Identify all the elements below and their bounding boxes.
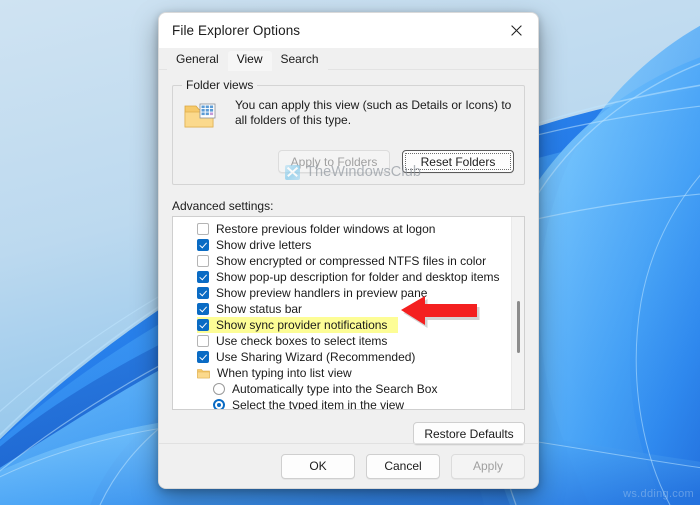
advanced-setting-row[interactable]: Show preview handlers in preview pane (173, 285, 524, 301)
advanced-setting-label: Automatically type into the Search Box (232, 382, 438, 396)
advanced-setting-label: Show encrypted or compressed NTFS files … (216, 254, 487, 268)
window-title: File Explorer Options (172, 23, 301, 38)
close-glyph (510, 25, 522, 36)
advanced-setting-row[interactable]: When typing into list view (173, 365, 524, 381)
advanced-setting-label: Show status bar (216, 302, 303, 316)
advanced-setting-label: Use Sharing Wizard (Recommended) (216, 350, 416, 364)
checkbox-checked-icon[interactable] (197, 287, 209, 299)
advanced-setting-row[interactable]: Show status bar (173, 301, 524, 317)
advanced-setting-row[interactable]: Show drive letters (173, 237, 524, 253)
advanced-setting-label: Select the typed item in the view (232, 398, 405, 410)
advanced-settings-label: Advanced settings: (172, 199, 274, 213)
cancel-button[interactable]: Cancel (366, 453, 440, 479)
checkbox-checked-icon[interactable] (197, 319, 209, 331)
folder-views-description: You can apply this view (such as Details… (235, 98, 512, 127)
tab-search[interactable]: Search (271, 50, 328, 70)
checkbox-checked-icon[interactable] (197, 239, 209, 251)
advanced-setting-row[interactable]: Restore previous folder windows at logon (173, 221, 524, 237)
advanced-setting-row[interactable]: Automatically type into the Search Box (173, 381, 524, 397)
advanced-setting-label: Show preview handlers in preview pane (216, 286, 428, 300)
advanced-setting-row[interactable]: Use check boxes to select items (173, 333, 524, 349)
checkbox-unchecked-icon[interactable] (197, 255, 209, 267)
radio-selected-icon[interactable] (213, 399, 225, 409)
advanced-setting-label: Show pop-up description for folder and d… (216, 270, 500, 284)
advanced-settings-list[interactable]: Restore previous folder windows at logon… (172, 216, 525, 410)
apply-button[interactable]: Apply (451, 453, 525, 479)
advanced-setting-label: Restore previous folder windows at logon (216, 222, 436, 236)
ok-button[interactable]: OK (281, 453, 355, 479)
checkbox-checked-icon[interactable] (197, 303, 209, 315)
checkbox-unchecked-icon[interactable] (197, 223, 209, 235)
restore-defaults-button[interactable]: Restore Defaults (413, 422, 525, 445)
advanced-setting-row[interactable]: Show pop-up description for folder and d… (173, 269, 524, 285)
advanced-setting-label: When typing into list view (217, 366, 352, 380)
file-explorer-options-dialog: File Explorer Options General View Searc… (158, 12, 539, 489)
close-icon[interactable] (494, 13, 538, 48)
advanced-setting-row[interactable]: Select the typed item in the view (173, 397, 524, 410)
checkbox-checked-icon[interactable] (197, 351, 209, 363)
tab-view[interactable]: View (227, 51, 272, 71)
folder-view-icon (183, 98, 225, 138)
reset-folders-button[interactable]: Reset Folders (402, 150, 514, 173)
advanced-setting-row[interactable]: Use Sharing Wizard (Recommended) (173, 349, 524, 365)
folder-views-group: Folder views You can apply this view (su… (172, 78, 525, 185)
advanced-setting-row[interactable]: Show encrypted or compressed NTFS files … (173, 253, 524, 269)
advanced-setting-label: Show sync provider notifications (215, 318, 389, 332)
advanced-setting-label: Use check boxes to select items (216, 334, 388, 348)
tab-general[interactable]: General (167, 50, 228, 70)
folder-icon (197, 368, 210, 379)
vertical-scrollbar[interactable] (511, 217, 524, 409)
dialog-footer: OK Cancel Apply (159, 444, 538, 488)
radio-unselected-icon[interactable] (213, 383, 225, 395)
site-corner-watermark: ws.dding.com (623, 488, 694, 500)
advanced-setting-row[interactable]: Show sync provider notifications (173, 317, 524, 333)
advanced-setting-label: Show drive letters (216, 238, 312, 252)
dialog-body: Folder views You can apply this view (su… (159, 70, 538, 488)
checkbox-checked-icon[interactable] (197, 271, 209, 283)
checkbox-unchecked-icon[interactable] (197, 335, 209, 347)
title-bar: File Explorer Options (159, 13, 538, 48)
apply-to-folders-button[interactable]: Apply to Folders (278, 150, 390, 173)
folder-view-glyph (184, 103, 216, 128)
folder-views-legend: Folder views (182, 78, 258, 92)
tab-strip: General View Search (159, 48, 538, 71)
scrollbar-thumb[interactable] (517, 301, 520, 353)
